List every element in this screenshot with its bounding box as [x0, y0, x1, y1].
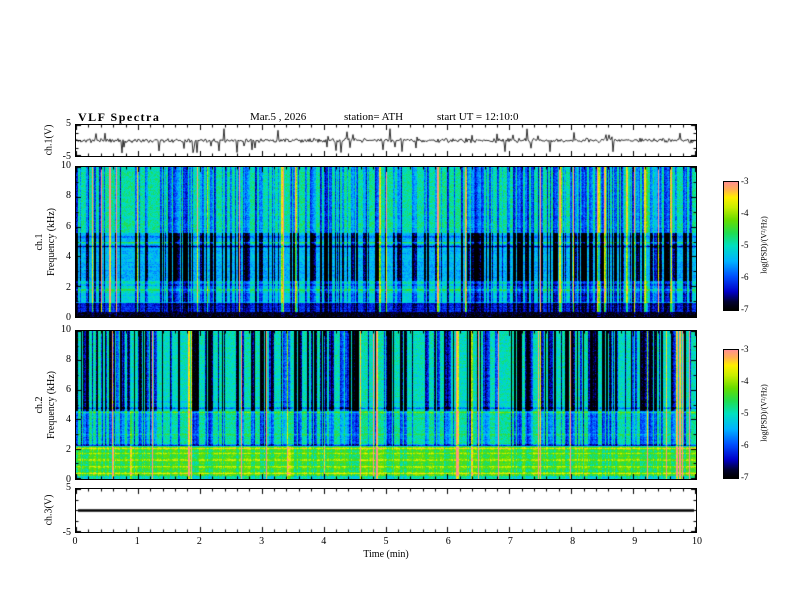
x-tick-label: 4: [321, 536, 327, 547]
ch3-waveform-panel: [75, 488, 697, 533]
ch1-waveform-panel: [75, 124, 697, 157]
ch3-waveform-canvas: [76, 489, 696, 532]
y-tick-label: 4: [66, 251, 71, 263]
ch1-spectrogram-canvas: [76, 167, 696, 317]
ch1-spectrogram-panel: [75, 166, 697, 318]
y-tick-label: 2: [66, 281, 71, 293]
ch2-spectrogram-canvas: [76, 331, 696, 479]
y-tick-label: 8: [66, 354, 71, 365]
ch1-axis-label-line1: ch.1: [34, 233, 45, 251]
ch1-voltage-axis-label: ch.1(V): [43, 124, 55, 156]
x-tick-label: 5: [383, 536, 389, 547]
time-axis-label: Time (min): [363, 549, 409, 560]
colorbar-tick-label: -7: [741, 472, 749, 482]
colorbar-tick-label: -5: [741, 240, 749, 250]
colorbar-tick-label: -5: [741, 408, 749, 418]
x-tick-label: 1: [134, 536, 140, 547]
plot-title: VLF Spectra: [78, 110, 161, 124]
colorbar-tick-label: -7: [741, 304, 749, 314]
colorbar-tick-label: -3: [741, 176, 749, 186]
ch2-axis-label-line2: Frequency (kHz): [46, 370, 57, 440]
ch1-colorbar: [723, 181, 739, 311]
y-tick-label: 8: [66, 190, 71, 202]
y-tick-label: 10: [61, 160, 71, 171]
colorbar-tick-label: -6: [741, 440, 749, 450]
y-tick-label: -5: [62, 527, 71, 538]
ch1-frequency-axis-label: ch.1 Frequency (kHz): [34, 208, 58, 276]
y-tick-label: 5: [66, 482, 71, 493]
colorbar-tick-label: -3: [741, 344, 749, 354]
plot-station: station= ATH: [344, 111, 404, 123]
x-tick-label: 10: [692, 536, 702, 547]
ch1-axis-label-line2: Frequency (kHz): [46, 207, 57, 277]
ch2-frequency-axis-label: ch.2 Frequency (kHz): [34, 371, 58, 439]
x-tick-label: 8: [570, 536, 576, 547]
ch2-colorbar: [723, 349, 739, 479]
ch3-voltage-axis-label: ch.3(V): [43, 494, 55, 526]
ch2-colorbar-label: log(PSD)/(V²/Hz): [759, 384, 769, 442]
y-tick-label: 4: [66, 414, 71, 425]
ch1-colorbar-label: log(PSD)/(V²/Hz): [759, 216, 769, 274]
colorbar-tick-label: -6: [741, 272, 749, 282]
y-tick-label: 6: [66, 220, 71, 232]
colorbar-tick-label: -4: [741, 376, 749, 386]
x-tick-label: 3: [259, 536, 265, 547]
x-tick-label: 6: [445, 536, 451, 547]
y-tick-label: 5: [66, 118, 71, 129]
x-tick-label: 0: [72, 536, 78, 547]
colorbar-tick-label: -4: [741, 208, 749, 218]
y-tick-label: 0: [66, 312, 71, 323]
ch2-axis-label-line1: ch.2: [34, 396, 45, 414]
y-tick-label: 6: [66, 384, 71, 395]
plot-date: Mar.5 , 2026: [250, 111, 307, 123]
x-tick-label: 7: [507, 536, 513, 547]
x-tick-label: 2: [196, 536, 202, 547]
y-tick-label: 2: [66, 444, 71, 455]
x-tick-label: 9: [632, 536, 638, 547]
y-tick-label: 10: [61, 324, 71, 335]
ch1-waveform-canvas: [76, 125, 696, 156]
ch2-spectrogram-panel: [75, 330, 697, 480]
plot-start-ut: start UT = 12:10:0: [437, 111, 519, 123]
vlf-spectra-figure: VLF Spectra Mar.5 , 2026 station= ATH st…: [0, 0, 792, 612]
